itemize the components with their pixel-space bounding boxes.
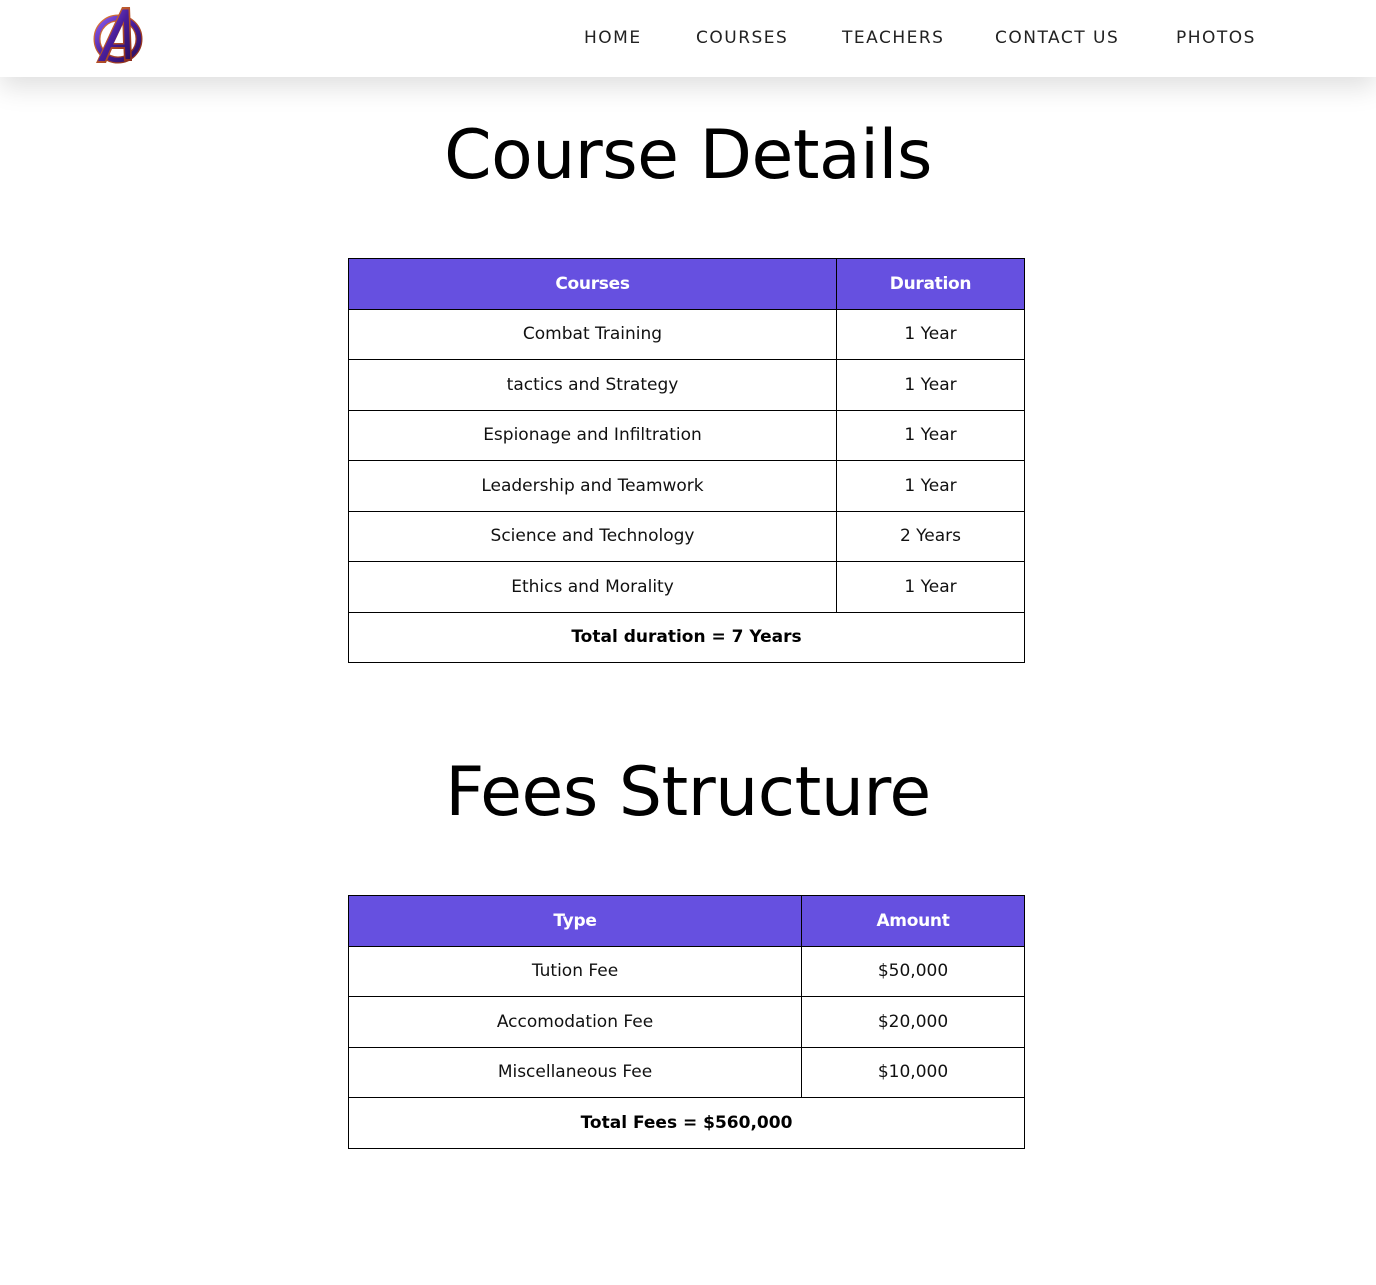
total-fees-cell: Total Fees = $560,000 <box>348 1097 1025 1149</box>
course-name-cell: Espionage and Infiltration <box>348 409 837 461</box>
duration-cell: 2 Years <box>836 510 1025 562</box>
fee-type-cell: Tution Fee <box>348 945 802 997</box>
course-name-cell: Leadership and Teamwork <box>348 460 837 512</box>
column-header: Type <box>348 895 802 947</box>
table-row: Accomodation Fee $20,000 <box>348 996 1025 1048</box>
nav-contact-us[interactable]: CONTACT US <box>995 27 1119 49</box>
table-header-row: Courses Duration <box>348 258 1025 310</box>
duration-cell: 1 Year <box>836 561 1025 613</box>
course-name-cell: Science and Technology <box>348 510 837 562</box>
fee-amount-cell: $50,000 <box>801 945 1025 997</box>
table-row: tactics and Strategy 1 Year <box>348 359 1025 411</box>
course-name-cell: Combat Training <box>348 308 837 360</box>
table-row: Combat Training 1 Year <box>348 308 1025 360</box>
fee-type-cell: Miscellaneous Fee <box>348 1046 802 1098</box>
duration-cell: 1 Year <box>836 460 1025 512</box>
table-row: Miscellaneous Fee $10,000 <box>348 1046 1025 1098</box>
fee-amount-cell: $20,000 <box>801 996 1025 1048</box>
duration-cell: 1 Year <box>836 409 1025 461</box>
nav-photos[interactable]: PHOTOS <box>1176 27 1256 49</box>
course-details-title: Course Details <box>444 116 932 195</box>
navbar: HOME COURSES TEACHERS CONTACT US PHOTOS <box>0 0 1376 77</box>
fee-type-cell: Accomodation Fee <box>348 996 802 1048</box>
fees-table: Type Amount Tution Fee $50,000 Accomodat… <box>348 895 1025 1149</box>
total-duration-cell: Total duration = 7 Years <box>348 611 1025 663</box>
nav-courses[interactable]: COURSES <box>696 27 788 49</box>
column-header: Amount <box>801 895 1025 947</box>
table-row: Tution Fee $50,000 <box>348 945 1025 997</box>
table-row: Espionage and Infiltration 1 Year <box>348 409 1025 461</box>
total-row: Total Fees = $560,000 <box>348 1097 1025 1149</box>
table-row: Ethics and Morality 1 Year <box>348 561 1025 613</box>
total-row: Total duration = 7 Years <box>348 611 1025 663</box>
column-header: Courses <box>348 258 837 310</box>
duration-cell: 1 Year <box>836 308 1025 360</box>
table-header-row: Type Amount <box>348 895 1025 947</box>
table-row: Leadership and Teamwork 1 Year <box>348 460 1025 512</box>
nav-teachers[interactable]: TEACHERS <box>842 27 944 49</box>
course-table: Courses Duration Combat Training 1 Year … <box>348 258 1025 663</box>
column-header: Duration <box>836 258 1025 310</box>
nav-links: HOME COURSES TEACHERS CONTACT US PHOTOS <box>0 0 1376 77</box>
course-name-cell: tactics and Strategy <box>348 359 837 411</box>
table-row: Science and Technology 2 Years <box>348 510 1025 562</box>
course-name-cell: Ethics and Morality <box>348 561 837 613</box>
duration-cell: 1 Year <box>836 359 1025 411</box>
nav-home[interactable]: HOME <box>584 27 642 49</box>
fee-amount-cell: $10,000 <box>801 1046 1025 1098</box>
fees-structure-title: Fees Structure <box>445 753 931 832</box>
